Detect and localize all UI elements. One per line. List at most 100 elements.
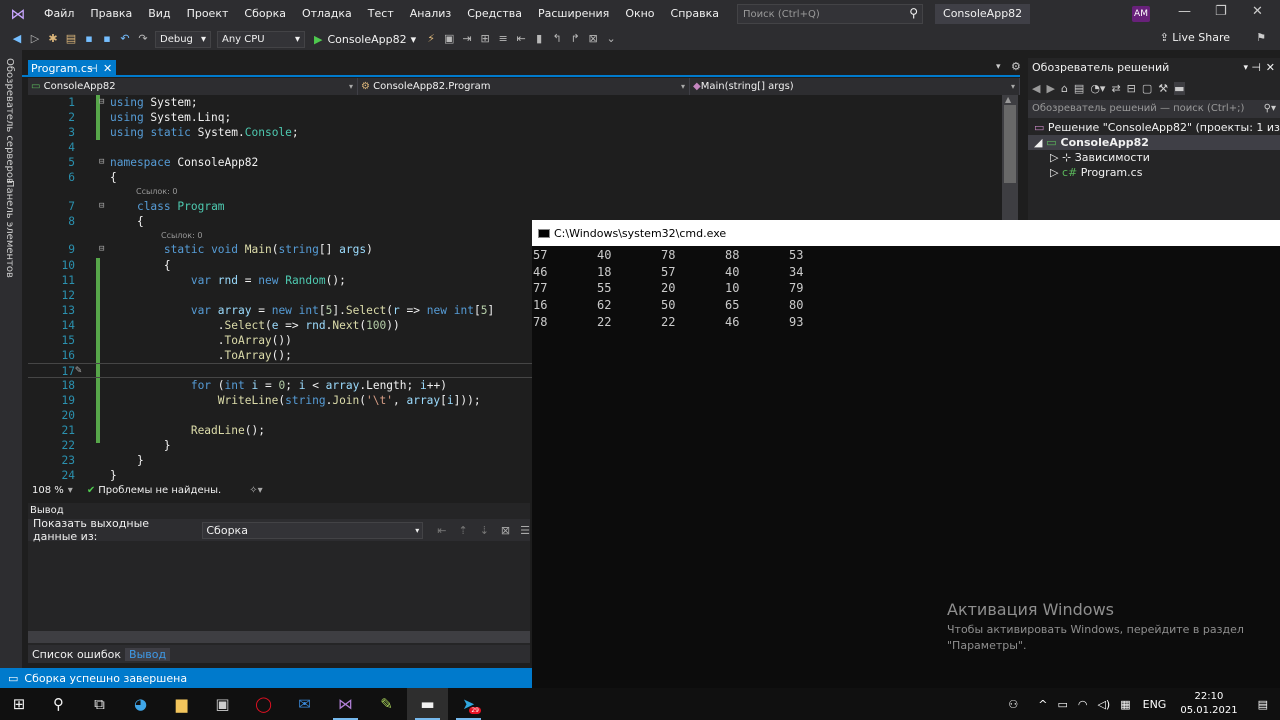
cmd-taskbar-icon[interactable]: ▬ [407, 688, 448, 720]
windows-start-icon[interactable]: ⊞ [0, 688, 38, 720]
issues-status[interactable]: Проблемы не найдены. [98, 485, 221, 496]
undo-icon[interactable]: ↶ [116, 30, 134, 48]
collapse-all-icon[interactable]: ⊟ [1127, 82, 1136, 95]
close-tab-icon[interactable]: ✕ [103, 60, 112, 77]
show-hidden-icon[interactable]: ^ [1038, 698, 1047, 711]
quick-actions-icon[interactable]: ✎ [75, 363, 82, 376]
breakpoint-icon[interactable]: ⊞ [476, 30, 494, 48]
show-all-icon[interactable]: ▢ [1142, 82, 1152, 95]
notepad-plus-icon[interactable]: ✎ [366, 688, 407, 720]
settings-icon[interactable]: ⚙ [1011, 60, 1021, 73]
live-share-button[interactable]: ⇪ Live Share [1160, 31, 1230, 44]
file-explorer-icon[interactable]: ▆ [161, 688, 202, 720]
expand-icon[interactable]: ◢ [1034, 136, 1046, 149]
bookmark-icon[interactable]: ▮ [530, 30, 548, 48]
references-hint[interactable]: Ссылок: 0 [136, 187, 177, 196]
menu-item[interactable]: Расширения [530, 0, 617, 28]
menu-item[interactable]: Сборка [236, 0, 294, 28]
project-dropdown[interactable]: ▭ ConsoleApp82 ▾ [28, 78, 358, 95]
avatar[interactable]: AM [1132, 6, 1150, 22]
horizontal-scrollbar[interactable] [28, 631, 530, 643]
open-icon[interactable]: ▤ [62, 30, 80, 48]
chevron-down-icon[interactable]: ▾ [1243, 58, 1248, 78]
expand-icon[interactable]: ▷ [1050, 166, 1062, 179]
scroll-thumb[interactable] [1004, 105, 1016, 183]
search-icon[interactable]: ⚲ [909, 6, 918, 20]
bookmark-clear-icon[interactable]: ⊠ [584, 30, 602, 48]
menu-item[interactable]: Анализ [402, 0, 460, 28]
people-icon[interactable]: ⚇ [1008, 698, 1018, 711]
start-button[interactable]: ▶ ConsoleApp82 ▾ [314, 33, 416, 46]
save-icon[interactable]: ▪ [80, 30, 98, 48]
pin-icon[interactable]: ⊣ [1251, 58, 1261, 78]
toolbox-tab[interactable]: Панель элементов [4, 180, 15, 278]
class-dropdown[interactable]: ⚙ ConsoleApp82.Program ▾ [358, 78, 690, 95]
minimize-icon[interactable]: — [1178, 4, 1191, 19]
method-dropdown[interactable]: ◆Main(string[] args) ▾ [690, 78, 1020, 95]
sync-icon[interactable]: ⇄ [1111, 82, 1120, 95]
maximize-icon[interactable]: ❐ [1215, 4, 1227, 19]
menu-item[interactable]: Вид [140, 0, 178, 28]
solution-search-input[interactable]: Обозреватель решений — поиск (Ctrl+;) ⚲▾ [1028, 100, 1280, 118]
pin-icon[interactable]: ⊣ [88, 60, 98, 77]
menu-item[interactable]: Файл [36, 0, 82, 28]
scroll-up-icon[interactable]: ▲ [1005, 95, 1011, 104]
save-all-icon[interactable]: ▪ [98, 30, 116, 48]
bookmark-prev-icon[interactable]: ↰ [548, 30, 566, 48]
cmd-title-bar[interactable]: C:\Windows\system32\cmd.exe [532, 220, 1280, 246]
tab-program-cs[interactable]: Program.cs ⊣ ✕ [28, 60, 116, 77]
step-icon[interactable]: ⇥ [458, 30, 476, 48]
switch-view-icon[interactable]: ▤ [1074, 82, 1084, 95]
clock[interactable]: 22:10 05.01.2021 [1180, 690, 1237, 718]
menu-item[interactable]: Средства [459, 0, 530, 28]
overflow-icon[interactable]: ⌄ [602, 30, 620, 48]
tab-output[interactable]: Вывод [125, 647, 171, 661]
store-icon[interactable]: ▣ [202, 688, 243, 720]
next-message-icon[interactable]: ⇣ [480, 524, 489, 537]
menu-item[interactable]: Окно [617, 0, 662, 28]
bookmark-next-icon[interactable]: ↱ [566, 30, 584, 48]
tab-list-icon[interactable]: ▾ [996, 62, 1001, 72]
prev-message-icon[interactable]: ⇡ [458, 524, 467, 537]
platform-select[interactable]: Any CPU ▾ [217, 30, 305, 48]
collapse-icon[interactable]: ⊟ [99, 157, 104, 167]
config-select[interactable]: Debug ▾ [155, 30, 211, 48]
language-indicator[interactable]: ENG [1143, 698, 1167, 711]
tree-item-solution[interactable]: ▭ Решение "ConsoleApp82" (проекты: 1 из … [1028, 120, 1280, 135]
feedback-icon[interactable]: ⚑ [1256, 31, 1266, 44]
mail-icon[interactable]: ✉ [284, 688, 325, 720]
pending-changes-icon[interactable]: ◔▾ [1090, 82, 1105, 95]
wifi-icon[interactable]: ◠ [1078, 698, 1088, 711]
references-hint[interactable]: Ссылок: 0 [161, 231, 202, 240]
back-icon[interactable]: ◀ [1032, 82, 1040, 95]
telegram-icon[interactable]: ➤ 29 [448, 688, 489, 720]
volume-icon[interactable]: ◁) [1097, 698, 1110, 711]
menu-item[interactable]: Проект [179, 0, 237, 28]
notifications-icon[interactable]: ▤ [1258, 698, 1268, 711]
search-icon[interactable]: ⚲ [38, 688, 79, 720]
server-explorer-tab[interactable]: Обозреватель серверов [4, 58, 15, 184]
preview-icon[interactable]: ▬ [1174, 81, 1185, 95]
keyboard-icon[interactable]: ▦ [1120, 698, 1130, 711]
tab-error-list[interactable]: Список ошибок [28, 648, 125, 661]
expand-icon[interactable]: ▷ [1050, 151, 1062, 164]
tree-item-dependencies[interactable]: ▷ ⊹ Зависимости [1028, 150, 1280, 165]
menu-item[interactable]: Тест [360, 0, 402, 28]
tree-item-program-cs[interactable]: ▷ c# Program.cs [1028, 165, 1280, 180]
clear-all-icon[interactable]: ⊠ [501, 524, 510, 537]
close-icon[interactable]: ✕ [1266, 58, 1275, 78]
network-icon[interactable]: ▭ [1057, 698, 1067, 711]
new-project-icon[interactable]: ✱ [44, 30, 62, 48]
word-wrap-icon[interactable]: ☰ [520, 524, 530, 537]
close-icon[interactable]: ✕ [1252, 4, 1263, 19]
redo-icon[interactable]: ↷ [134, 30, 152, 48]
task-view-icon[interactable]: ⧉ [79, 688, 120, 720]
browser-icon[interactable]: ▣ [440, 30, 458, 48]
back-icon[interactable]: ◀ [8, 30, 26, 48]
forward-icon[interactable]: ▷ [26, 30, 44, 48]
indent-icon[interactable]: ⇤ [512, 30, 530, 48]
format-icon[interactable]: ≡ [494, 30, 512, 48]
menu-item[interactable]: Правка [82, 0, 140, 28]
cleanup-icon[interactable]: ✧▾ [249, 485, 262, 496]
search-input[interactable]: Поиск (Ctrl+Q) ⚲ [737, 4, 924, 24]
